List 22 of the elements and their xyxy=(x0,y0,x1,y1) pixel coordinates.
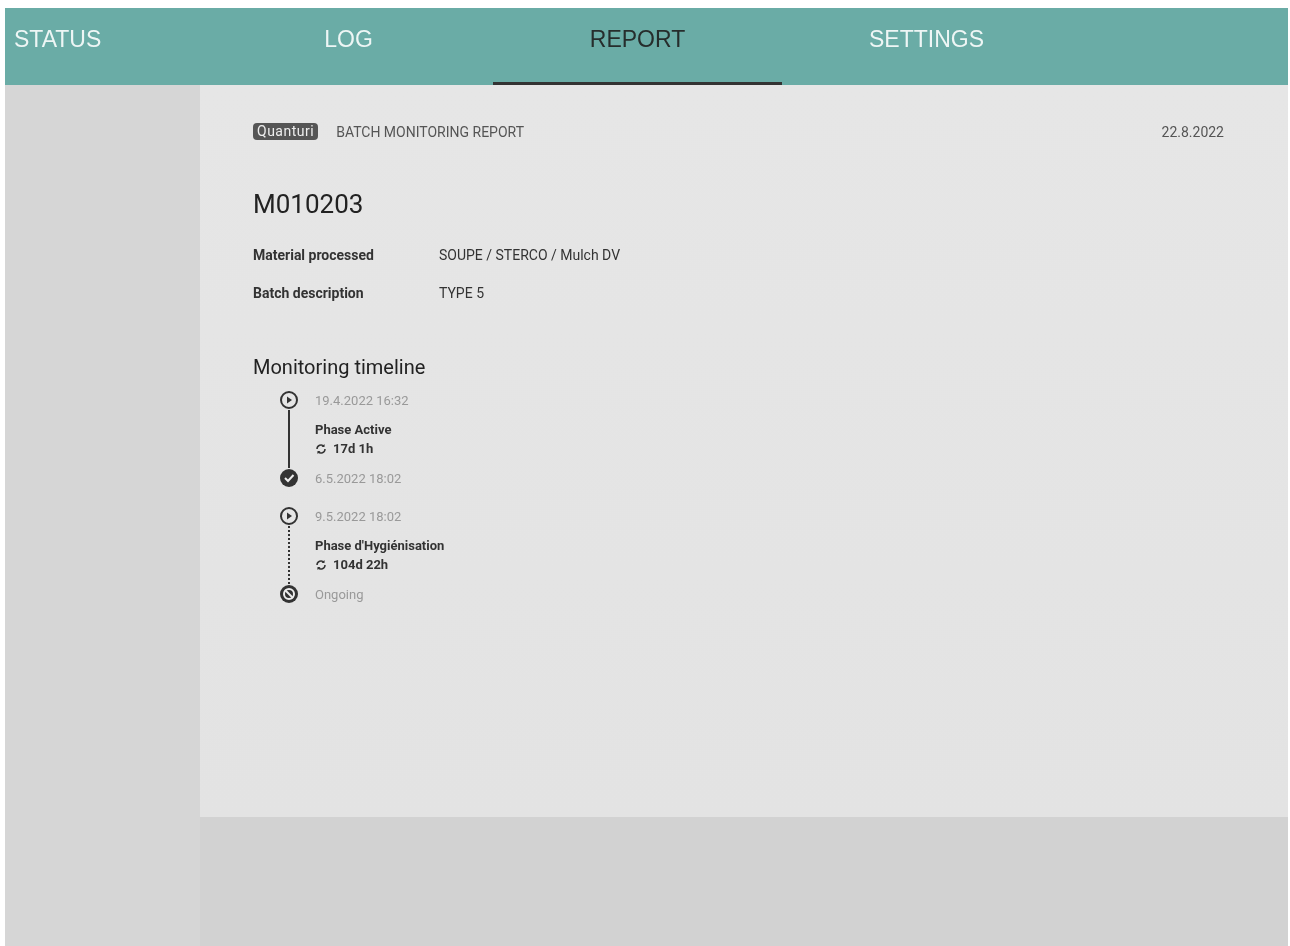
report-heading: BATCH MONITORING REPORT xyxy=(336,123,525,140)
report-date: 22.8.2022 xyxy=(1161,123,1224,140)
logo: Quanturi xyxy=(253,123,319,140)
detail-label: Material processed xyxy=(253,247,375,263)
detail-value: TYPE 5 xyxy=(439,285,485,301)
start-time: 19.4.2022 16:32 xyxy=(315,392,410,408)
start-time: 9.5.2022 18:02 xyxy=(315,508,403,524)
detail-value: SOUPE / STERCO / Mulch DV xyxy=(439,247,621,263)
section-title: Monitoring timeline xyxy=(253,355,427,379)
phase-duration: 104d 22h xyxy=(333,557,389,572)
phase-name: Phase Active xyxy=(315,422,393,437)
batch-id: M010203 xyxy=(253,189,365,219)
tab[interactable]: STATUS xyxy=(5,8,204,85)
phase-name: Phase d'Hygiénisation xyxy=(315,538,446,553)
tab[interactable]: LOG xyxy=(204,8,493,85)
detail-label: Batch description xyxy=(253,285,365,301)
end-time: Ongoing xyxy=(315,586,365,602)
phase-duration: 17d 1h xyxy=(333,441,374,456)
sync-icon xyxy=(315,558,327,571)
end-time: 6.5.2022 18:02 xyxy=(315,470,403,486)
sync-icon xyxy=(315,442,327,455)
tab[interactable]: SETTINGS xyxy=(782,8,1071,85)
